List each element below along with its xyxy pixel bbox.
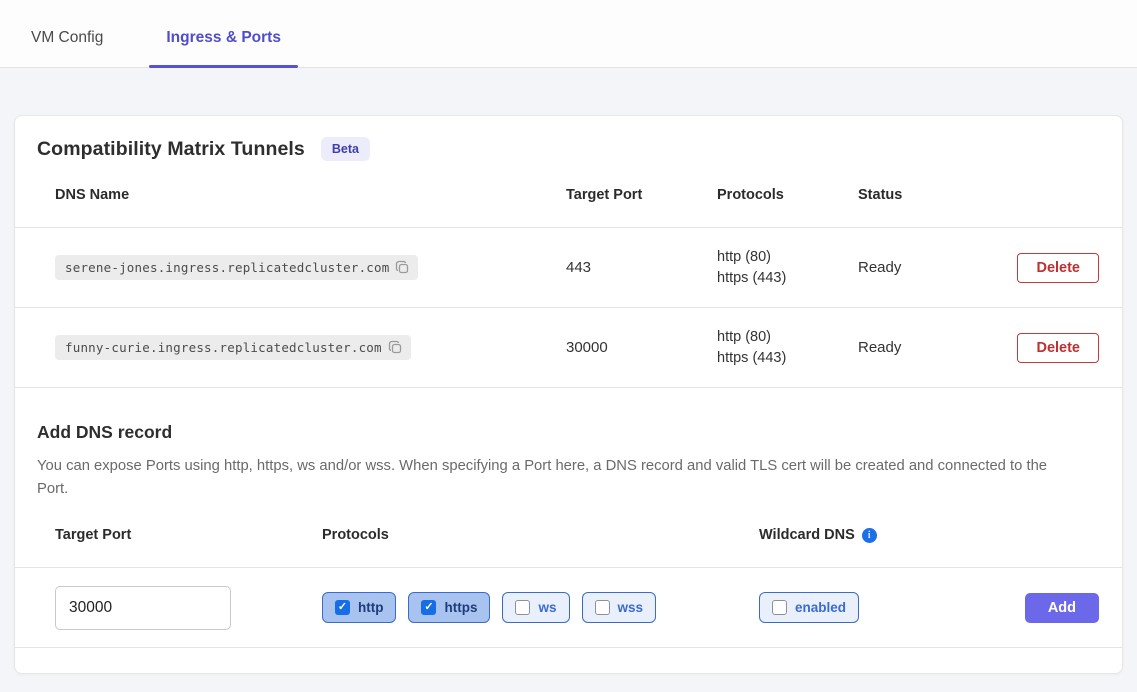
protocols-checkbox-group: ✓ http ✓ https ws wss <box>322 592 759 623</box>
form-label-protocols: Protocols <box>322 527 759 543</box>
checkbox-ws-label: ws <box>538 600 556 615</box>
form-label-wildcard-dns: Wildcard DNS <box>759 527 855 543</box>
protocol-line: http (80) <box>717 327 858 348</box>
empty-checkbox-icon <box>515 600 530 615</box>
checkmark-icon: ✓ <box>335 600 350 615</box>
protocol-line: http (80) <box>717 247 858 268</box>
checkbox-wildcard-enabled[interactable]: enabled <box>759 592 859 623</box>
protocol-line: https (443) <box>717 268 858 289</box>
empty-checkbox-icon <box>772 600 787 615</box>
column-header-status: Status <box>858 187 997 203</box>
copy-icon[interactable] <box>388 340 403 355</box>
form-label-target-port: Target Port <box>55 527 322 543</box>
column-header-target-port: Target Port <box>566 187 717 203</box>
page-title: Compatibility Matrix Tunnels <box>37 138 305 161</box>
dns-name-text: serene-jones.ingress.replicatedcluster.c… <box>65 260 389 275</box>
protocol-line: https (443) <box>717 348 858 369</box>
checkbox-http-label: http <box>358 600 383 615</box>
tab-ingress-ports[interactable]: Ingress & Ports <box>149 29 298 67</box>
target-port-input[interactable] <box>55 586 231 630</box>
checkbox-wss-label: wss <box>618 600 644 615</box>
checkbox-enabled-label: enabled <box>795 600 846 615</box>
delete-button[interactable]: Delete <box>1017 333 1099 363</box>
dns-name-text: funny-curie.ingress.replicatedcluster.co… <box>65 340 382 355</box>
info-icon[interactable]: i <box>862 528 877 543</box>
empty-checkbox-icon <box>595 600 610 615</box>
delete-button[interactable]: Delete <box>1017 253 1099 283</box>
dns-name-pill: serene-jones.ingress.replicatedcluster.c… <box>55 255 418 280</box>
checkbox-https-label: https <box>444 600 477 615</box>
add-dns-record-title: Add DNS record <box>15 422 1122 443</box>
form-header-row: Target Port Protocols Wildcard DNS i <box>15 527 1122 568</box>
tab-bar: VM Config Ingress & Ports <box>0 0 1137 68</box>
table-row: serene-jones.ingress.replicatedcluster.c… <box>15 228 1122 308</box>
add-button[interactable]: Add <box>1025 593 1099 623</box>
column-header-protocols: Protocols <box>717 187 858 203</box>
copy-icon[interactable] <box>395 260 410 275</box>
form-controls-row: ✓ http ✓ https ws wss enabled Add <box>15 568 1122 648</box>
status-badge: Ready <box>858 339 997 356</box>
dns-name-pill: funny-curie.ingress.replicatedcluster.co… <box>55 335 411 360</box>
checkbox-https[interactable]: ✓ https <box>408 592 490 623</box>
checkbox-wss[interactable]: wss <box>582 592 657 623</box>
target-port-value: 30000 <box>566 339 717 356</box>
add-dns-record-description: You can expose Ports using http, https, … <box>15 455 1075 501</box>
status-badge: Ready <box>858 259 997 276</box>
checkbox-ws[interactable]: ws <box>502 592 569 623</box>
checkbox-http[interactable]: ✓ http <box>322 592 396 623</box>
beta-badge: Beta <box>321 137 370 161</box>
checkmark-icon: ✓ <box>421 600 436 615</box>
card-bottom-padding <box>15 648 1122 673</box>
target-port-value: 443 <box>566 259 717 276</box>
column-header-dns-name: DNS Name <box>55 187 566 203</box>
card-header: Compatibility Matrix Tunnels Beta <box>15 137 1122 161</box>
tunnels-card: Compatibility Matrix Tunnels Beta DNS Na… <box>14 115 1123 674</box>
table-row: funny-curie.ingress.replicatedcluster.co… <box>15 308 1122 388</box>
tab-vm-config[interactable]: VM Config <box>31 29 121 67</box>
table-header-row: DNS Name Target Port Protocols Status <box>15 187 1122 228</box>
